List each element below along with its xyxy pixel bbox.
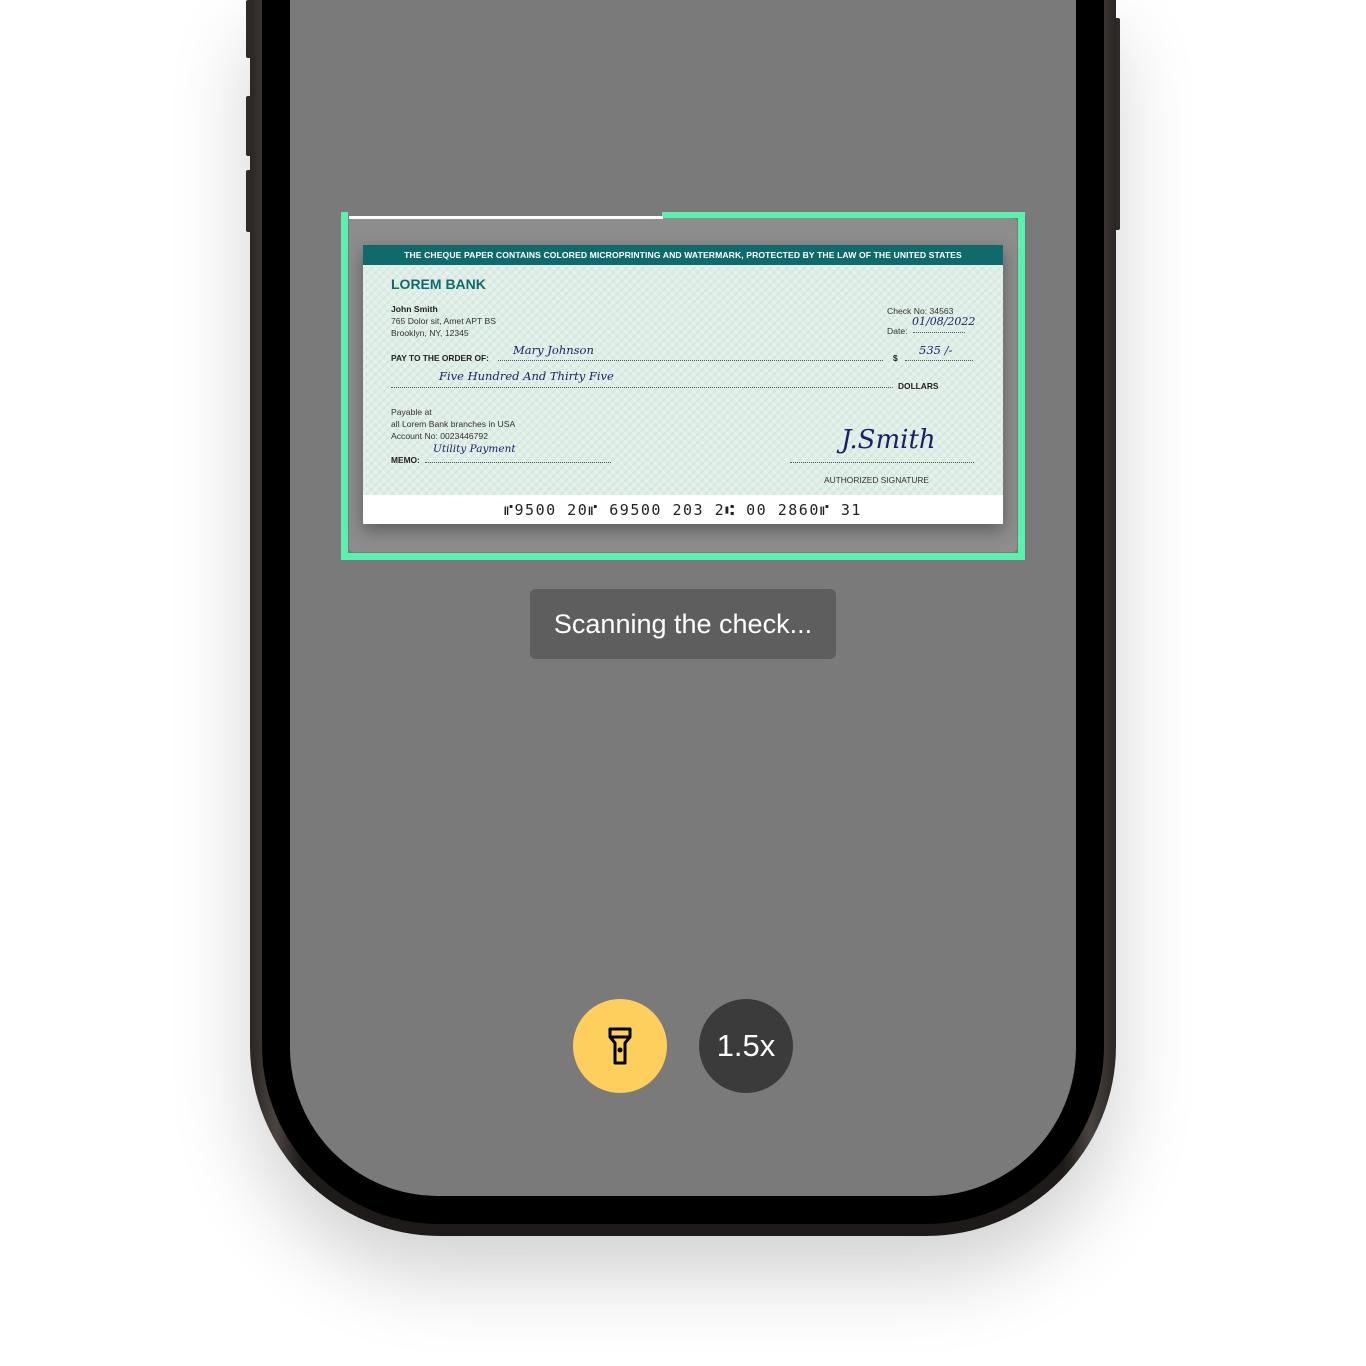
dollar-sign: $ <box>893 353 898 363</box>
payee-name: Mary Johnson <box>513 343 594 357</box>
scan-progress-track <box>349 216 663 219</box>
amount-value: 535 /- <box>919 343 953 357</box>
owner-name: John Smith <box>391 304 438 314</box>
cheque-banner: THE CHEQUE PAPER CONTAINS COLORED MICROP… <box>363 245 1003 265</box>
date-value: 01/08/2022 <box>912 315 976 328</box>
flashlight-icon <box>608 1027 632 1065</box>
memo-label: MEMO: <box>391 455 420 465</box>
cheque-image: THE CHEQUE PAPER CONTAINS COLORED MICROP… <box>363 245 1003 524</box>
date-line <box>913 332 965 333</box>
owner-block: John Smith 765 Dolor sit, Amet APT BS Br… <box>391 303 496 339</box>
amount-in-words: Five Hundred And Thirty Five <box>439 369 614 383</box>
payable-line-1: Payable at <box>391 407 432 417</box>
amount-line <box>905 360 973 361</box>
signature-line <box>790 462 974 463</box>
pay-to-label: PAY TO THE ORDER OF: <box>391 353 489 363</box>
bank-name: LOREM BANK <box>391 276 486 292</box>
payable-line-2: all Lorem Bank branches in USA <box>391 419 516 429</box>
micr-line: ⑈9500 20⑈ 69500 203 2⑆ 00 2860⑈ 31 <box>504 501 862 519</box>
dollars-label: DOLLARS <box>898 381 939 391</box>
signature: J.Smith <box>841 425 936 455</box>
scan-progress-bar <box>662 212 1025 218</box>
signature-label: AUTHORIZED SIGNATURE <box>824 475 930 485</box>
camera-screen: THE CHEQUE PAPER CONTAINS COLORED MICROP… <box>290 0 1076 1196</box>
account-number: Account No: 0023446792 <box>391 431 488 441</box>
payee-line <box>498 360 883 361</box>
amount-words-line <box>391 387 893 388</box>
owner-address-2: Brooklyn, NY, 12345 <box>391 328 469 338</box>
date-label: Date: <box>887 326 908 336</box>
scanning-status: Scanning the check... <box>530 589 836 659</box>
memo-value: Utility Payment <box>433 443 516 455</box>
payable-block: Payable at all Lorem Bank branches in US… <box>391 406 515 442</box>
owner-address-1: 765 Dolor sit, Amet APT BS <box>391 316 496 326</box>
flashlight-button[interactable] <box>573 999 667 1093</box>
scan-corner <box>341 212 348 226</box>
zoom-button[interactable]: 1.5x <box>699 999 793 1093</box>
memo-line <box>425 462 611 463</box>
